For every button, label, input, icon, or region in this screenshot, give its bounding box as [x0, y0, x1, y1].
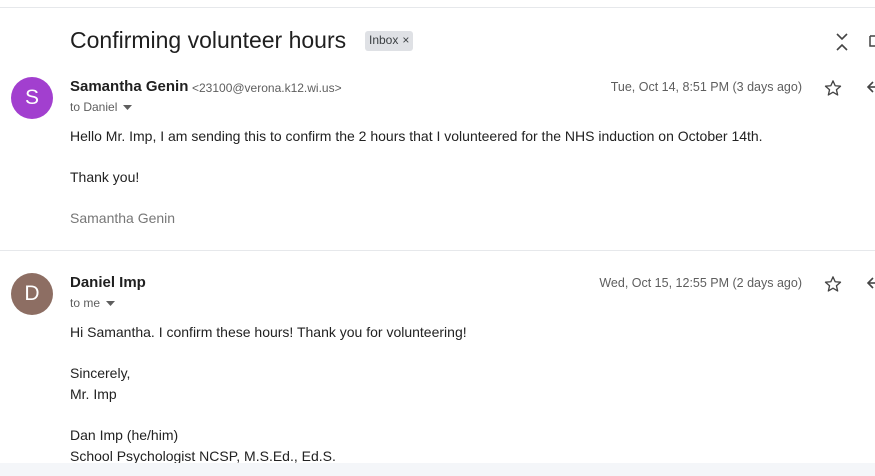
recipient-details-toggle[interactable]: to Daniel — [70, 100, 133, 114]
message-date: Wed, Oct 15, 12:55 PM (2 days ago) — [599, 276, 802, 290]
recipient-text: to me — [70, 296, 101, 310]
avatar-letter: D — [24, 282, 40, 305]
avatar[interactable]: D — [11, 273, 53, 315]
recipient-text: to Daniel — [70, 100, 118, 114]
recipient-details-toggle[interactable]: to me — [70, 296, 116, 310]
message-body-line: School Psychologist NCSP, M.S.Ed., Ed.S. — [70, 448, 336, 464]
message-body-line: Hello Mr. Imp, I am sending this to conf… — [70, 128, 763, 144]
bottom-edge — [0, 463, 875, 476]
sender-email: <23100@verona.k12.wi.us> — [192, 81, 342, 95]
message-date: Tue, Oct 14, 8:51 PM (3 days ago) — [610, 80, 802, 94]
message-signature: Samantha Genin — [70, 210, 176, 226]
message-body-line: Hi Samantha. I confirm these hours! Than… — [70, 324, 467, 340]
remove-label-button[interactable]: × — [402, 33, 409, 47]
message-body-line: Mr. Imp — [70, 386, 117, 402]
reply-icon[interactable] — [866, 79, 875, 95]
sender-name[interactable]: Daniel Imp — [70, 274, 146, 291]
avatar-letter: S — [24, 86, 39, 109]
message-body-line: Sincerely, — [70, 365, 131, 381]
message-body-line: Thank you! — [70, 169, 140, 185]
top-divider — [0, 7, 875, 8]
print-icon[interactable] — [868, 33, 875, 49]
sender-name[interactable]: Samantha Genin — [70, 78, 188, 95]
avatar[interactable]: S — [11, 77, 53, 119]
caret-down-icon — [123, 104, 133, 110]
message-divider — [0, 250, 875, 251]
message-body-line: Dan Imp (he/him) — [70, 427, 179, 443]
email-subject: Confirming volunteer hours — [70, 27, 347, 53]
star-icon[interactable] — [824, 275, 842, 293]
star-icon[interactable] — [824, 79, 842, 97]
caret-down-icon — [106, 300, 116, 306]
collapse-all-icon[interactable] — [834, 32, 850, 52]
reply-icon[interactable] — [866, 275, 875, 291]
inbox-label-chip[interactable]: Inbox × — [365, 31, 414, 51]
inbox-label-text: Inbox — [369, 33, 399, 47]
